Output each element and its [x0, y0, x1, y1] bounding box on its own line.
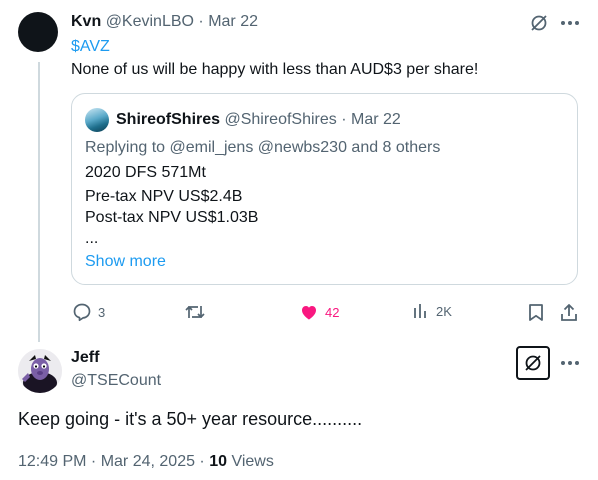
tweet-header: Kvn @KevinLBO · Mar 22 — [71, 13, 258, 31]
reply-author-handle[interactable]: @TSECount — [71, 372, 161, 390]
share-icon[interactable] — [558, 301, 580, 323]
repost-icon — [185, 306, 205, 318]
thread-line — [38, 62, 40, 342]
quoted-author-name: ShireofShires — [116, 111, 221, 128]
bookmark-icon[interactable] — [525, 301, 547, 323]
quoted-line-3: Post-tax NPV US$1.03B — [85, 209, 259, 226]
heart-icon — [302, 306, 316, 320]
grok-icon-selected[interactable] — [516, 346, 550, 380]
reply-text: Keep going - it's a 50+ year resource...… — [18, 409, 363, 429]
like-count: 42 — [325, 304, 340, 320]
more-icon[interactable] — [558, 12, 582, 34]
quoted-date: · Mar 22 — [341, 111, 401, 128]
cashtag-link[interactable]: $AVZ — [71, 38, 110, 56]
quoted-line-4: ... — [85, 230, 99, 247]
views-button[interactable]: 2K — [412, 302, 452, 320]
reply-meta: 12:49 PM · Mar 24, 2025 · 10 Views — [18, 453, 274, 471]
reply-button[interactable]: 3 — [72, 302, 105, 322]
replying-to-prefix: Replying to — [85, 139, 170, 156]
reply-timestamp[interactable]: 12:49 PM · Mar 24, 2025 · — [18, 453, 209, 470]
replying-to: Replying to @emil_jens @newbs230 and 8 o… — [85, 139, 440, 157]
author-avatar[interactable] — [18, 12, 58, 52]
reply-author-avatar[interactable] — [18, 349, 62, 393]
quoted-tweet[interactable]: ShireofShires @ShireofShires · Mar 22 Re… — [71, 93, 578, 285]
reply-more-icon[interactable] — [558, 352, 582, 374]
tweet-text: None of us will be happy with less than … — [71, 61, 479, 78]
reply-views-count: 10 — [209, 453, 227, 470]
show-more-link[interactable]: Show more — [85, 253, 166, 271]
quoted-line-1: 2020 DFS 571Mt — [85, 164, 206, 181]
quoted-author-handle: @ShireofShires — [224, 111, 337, 128]
analytics-icon — [414, 304, 426, 318]
reply-author-name[interactable]: Jeff — [71, 349, 99, 367]
author-name[interactable]: Kvn — [71, 13, 101, 30]
quoted-header: ShireofShires @ShireofShires · Mar 22 — [116, 111, 401, 129]
quoted-line-2: Pre-tax NPV US$2.4B — [85, 188, 243, 205]
reply-views-label: Views — [227, 453, 274, 470]
views-count: 2K — [436, 303, 452, 319]
grok-icon[interactable] — [528, 12, 550, 34]
quoted-author-avatar — [85, 108, 109, 132]
replying-to-suffix: and 8 others — [346, 139, 441, 156]
reply-count: 3 — [98, 304, 106, 320]
reply-icon — [73, 303, 91, 322]
like-button[interactable]: 42 — [299, 302, 339, 322]
replying-to-handles: @emil_jens @newbs230 — [169, 139, 347, 156]
tweet-date[interactable]: · Mar 22 — [198, 13, 258, 30]
repost-button[interactable] — [184, 302, 212, 322]
author-handle[interactable]: @KevinLBO — [106, 13, 194, 30]
